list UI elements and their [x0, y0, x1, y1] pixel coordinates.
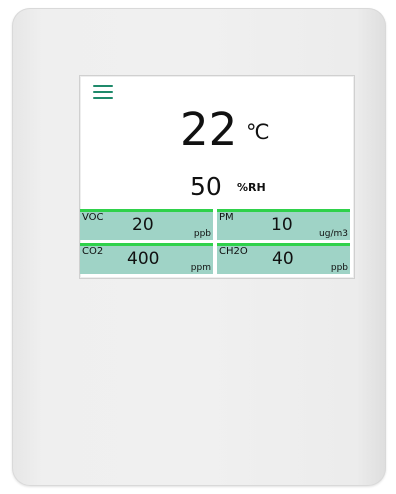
display-screen: 22 ℃ 50 %RH VOC 20 ppb PM 10 ug/m3 CO2 4…: [79, 75, 355, 279]
sensor-tile-ch2o[interactable]: CH2O 40 ppb: [217, 243, 350, 274]
menu-bar: [93, 91, 113, 93]
menu-bar: [93, 85, 113, 87]
hamburger-menu-icon[interactable]: [93, 85, 113, 99]
sensor-value: 10: [271, 215, 293, 235]
sensor-value: 400: [127, 249, 160, 269]
sensor-label: VOC: [82, 212, 104, 223]
menu-bar: [93, 97, 113, 99]
sensor-unit: ppb: [330, 263, 348, 273]
humidity-unit: %RH: [237, 181, 266, 194]
sensor-label: CH2O: [219, 246, 248, 257]
temperature-unit: ℃: [246, 120, 270, 144]
sensor-tile-voc[interactable]: VOC 20 ppb: [80, 209, 213, 240]
sensor-label: CO2: [82, 246, 104, 257]
sensor-tile-pm[interactable]: PM 10 ug/m3: [217, 209, 350, 240]
device-body: 22 ℃ 50 %RH VOC 20 ppb PM 10 ug/m3 CO2 4…: [12, 8, 386, 486]
sensor-unit: ug/m3: [319, 229, 348, 239]
sensor-tile-co2[interactable]: CO2 400 ppm: [80, 243, 213, 274]
temperature-value: 22: [180, 103, 238, 156]
sensor-label: PM: [219, 212, 234, 223]
sensor-unit: ppm: [190, 263, 211, 273]
sensor-value: 20: [132, 215, 154, 235]
sensor-unit: ppb: [193, 229, 211, 239]
sensor-value: 40: [272, 249, 294, 269]
humidity-value: 50: [190, 172, 222, 201]
